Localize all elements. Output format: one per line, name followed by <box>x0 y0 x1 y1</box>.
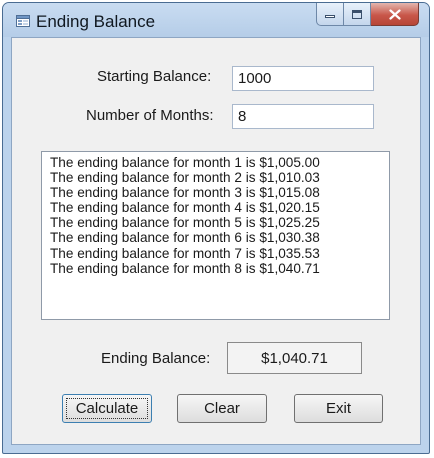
clear-button-label: Clear <box>204 400 240 417</box>
results-listbox[interactable]: The ending balance for month 1 is $1,005… <box>41 151 390 320</box>
list-item[interactable]: The ending balance for month 1 is $1,005… <box>50 155 389 170</box>
close-icon <box>388 8 401 20</box>
list-item[interactable]: The ending balance for month 8 is $1,040… <box>50 261 389 276</box>
list-item[interactable]: The ending balance for month 6 is $1,030… <box>50 230 389 245</box>
form-client-area: Starting Balance: 1000 Number of Months:… <box>11 37 421 445</box>
list-item[interactable]: The ending balance for month 3 is $1,015… <box>50 185 389 200</box>
list-item[interactable]: The ending balance for month 2 is $1,010… <box>50 170 389 185</box>
app-window: Ending Balance Starting Balance: 1000 Nu… <box>2 2 430 454</box>
clear-button[interactable]: Clear <box>177 394 267 423</box>
exit-button-label: Exit <box>325 400 351 417</box>
window-title: Ending Balance <box>36 12 156 31</box>
ending-balance-output: $1,040.71 <box>227 342 362 374</box>
maximize-icon <box>352 9 362 19</box>
number-of-months-input[interactable]: 8 <box>232 104 374 129</box>
maximize-button[interactable] <box>344 3 371 26</box>
window-controls <box>316 3 419 27</box>
close-button[interactable] <box>371 3 419 26</box>
list-item[interactable]: The ending balance for month 5 is $1,025… <box>50 215 389 230</box>
calculate-button[interactable]: Calculate <box>62 394 152 423</box>
exit-button[interactable]: Exit <box>294 394 383 423</box>
starting-balance-input[interactable]: 1000 <box>232 66 374 91</box>
list-item[interactable]: The ending balance for month 4 is $1,020… <box>50 200 389 215</box>
form-icon[interactable] <box>16 14 30 27</box>
title-bar[interactable]: Ending Balance <box>3 3 429 37</box>
minimize-icon <box>325 15 335 18</box>
list-item[interactable]: The ending balance for month 7 is $1,035… <box>50 246 389 261</box>
number-of-months-label: Number of Months: <box>86 107 214 124</box>
focus-rectangle <box>66 398 148 419</box>
ending-balance-label: Ending Balance: <box>101 350 211 367</box>
minimize-button[interactable] <box>316 3 344 26</box>
starting-balance-label: Starting Balance: <box>97 68 212 85</box>
